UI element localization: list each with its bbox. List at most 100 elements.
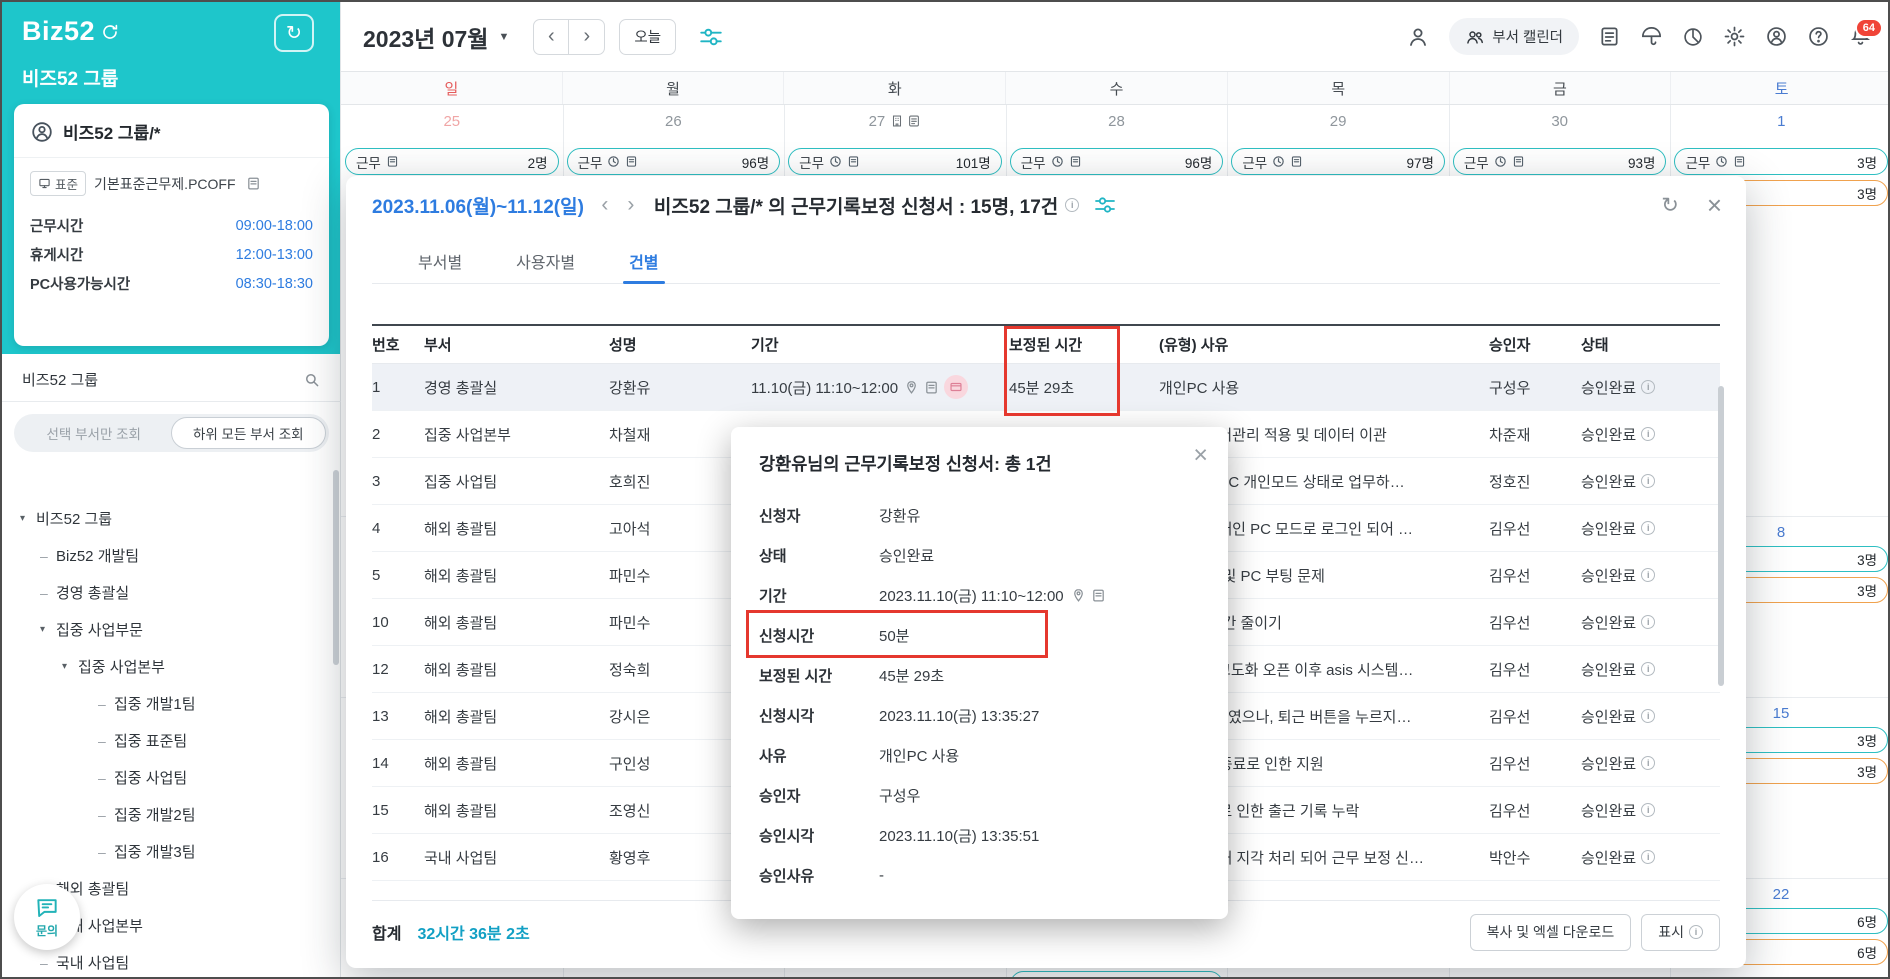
info-icon[interactable]: i bbox=[1641, 568, 1656, 582]
support-chat-button[interactable]: 문의 bbox=[14, 884, 80, 950]
help-icon[interactable] bbox=[1807, 25, 1830, 48]
sidebar-refresh-button[interactable]: ↻ bbox=[274, 14, 314, 52]
biz52-logo[interactable]: Biz52 bbox=[22, 16, 119, 47]
pie-chart-icon[interactable] bbox=[1682, 26, 1704, 48]
info-icon[interactable]: i bbox=[1641, 709, 1656, 723]
info-icon[interactable]: i bbox=[1641, 474, 1656, 488]
scope-selected-only[interactable]: 선택 부서만 조회 bbox=[17, 417, 171, 449]
clock-icon bbox=[1494, 155, 1507, 168]
calendar-date-cell[interactable]: 28 bbox=[1006, 106, 1228, 148]
memo-icon bbox=[386, 155, 399, 168]
dash-icon: – bbox=[98, 769, 106, 786]
dash-icon: – bbox=[98, 843, 106, 860]
tree-item[interactable]: – 집중 표준팀 bbox=[2, 722, 329, 759]
caret-icon[interactable]: ▾ bbox=[20, 513, 36, 524]
umbrella-icon[interactable] bbox=[1640, 25, 1663, 48]
copy-excel-download-button[interactable]: 복사 및 엑셀 다운로드 bbox=[1469, 913, 1632, 951]
notifications-bell-icon[interactable]: 64 bbox=[1849, 18, 1883, 48]
calendar-date-cell[interactable]: 1 bbox=[1670, 106, 1888, 148]
tree-item[interactable]: – 집중 개발1팀 bbox=[2, 685, 329, 722]
table-header-cell: 번호 bbox=[372, 337, 400, 354]
calendar-date-cell[interactable]: 30 bbox=[1449, 106, 1671, 148]
group-summary-card: 비즈52 그룹/* 표준 기본표준근무제.PCOFF 근무시간 09:00-18… bbox=[14, 104, 329, 346]
search-icon[interactable] bbox=[303, 371, 321, 389]
status-text: 승인완료 bbox=[1581, 567, 1637, 585]
range-next-button[interactable]: › bbox=[618, 192, 644, 218]
refresh-icon[interactable]: ↻ bbox=[1661, 193, 1679, 218]
info-icon[interactable]: i bbox=[1641, 380, 1656, 394]
board-icon[interactable] bbox=[1598, 25, 1621, 48]
tree-item[interactable]: – 집중 사업팀 bbox=[2, 759, 329, 796]
work-count-badge[interactable]: 근무 97명 bbox=[1231, 148, 1445, 175]
profile-icon[interactable] bbox=[1765, 25, 1788, 48]
display-options-button[interactable]: 표시 i bbox=[1641, 913, 1720, 951]
group-search-input[interactable]: 비즈52 그룹 bbox=[2, 358, 341, 402]
calendar-date-cell[interactable]: 27 bbox=[784, 106, 1006, 148]
tree-item[interactable]: ▾ 집중 사업부문 bbox=[2, 611, 329, 648]
info-icon[interactable]: i bbox=[1641, 662, 1656, 676]
info-icon[interactable]: i bbox=[1065, 198, 1080, 212]
sidebar-scrollbar[interactable] bbox=[333, 470, 339, 665]
today-button[interactable]: 오늘 bbox=[619, 18, 677, 55]
info-icon[interactable]: i bbox=[1641, 521, 1656, 535]
tree-item[interactable]: ▾ 집중 사업본부 bbox=[2, 648, 329, 685]
memo-icon bbox=[1512, 155, 1525, 168]
work-count-badge[interactable]: 근무 101명 bbox=[788, 148, 1002, 175]
tree-item-group[interactable]: ▾ 비즈52 그룹 bbox=[2, 500, 329, 537]
next-month-button[interactable]: › bbox=[569, 18, 606, 55]
note-icon[interactable] bbox=[246, 176, 261, 191]
range-prev-button[interactable]: ‹ bbox=[592, 192, 618, 218]
user-icon[interactable] bbox=[1406, 25, 1430, 49]
group-avatar-icon bbox=[30, 120, 54, 144]
work-count-badge[interactable]: 근무 2명 bbox=[345, 148, 559, 175]
caret-icon[interactable]: ▾ bbox=[40, 624, 56, 635]
tree-item[interactable]: – Biz52 개발팀 bbox=[2, 537, 329, 574]
gear-icon[interactable] bbox=[1723, 25, 1746, 48]
month-selector[interactable]: 2023년 07월 ▼ bbox=[363, 20, 509, 54]
info-icon[interactable]: i bbox=[1641, 756, 1656, 770]
info-icon[interactable]: i bbox=[1641, 615, 1656, 629]
filter-icon[interactable] bbox=[1093, 193, 1117, 217]
pc-off-card-icon[interactable] bbox=[944, 375, 969, 399]
tree-item[interactable]: – 집중 개발3팀 bbox=[2, 833, 329, 870]
memo-icon bbox=[625, 155, 638, 168]
chevron-down-icon: ▼ bbox=[498, 30, 510, 43]
tab[interactable]: 부서별 bbox=[418, 238, 462, 283]
caret-icon[interactable]: ▾ bbox=[62, 661, 78, 672]
work-count-badge[interactable]: 근무 93명 bbox=[1452, 148, 1667, 175]
table-header-cell: 상태 bbox=[1581, 337, 1609, 354]
filter-icon[interactable] bbox=[698, 24, 724, 50]
close-icon[interactable]: × bbox=[1193, 441, 1208, 470]
table-row[interactable]: 1 경영 총괄실 강환유 11.10(금) 11:10~12:00 45분 29… bbox=[372, 364, 1720, 411]
dept-calendar-button[interactable]: 부서 캘린더 bbox=[1449, 18, 1579, 55]
total-value: 32시간 36분 2초 bbox=[417, 926, 530, 943]
tree-item[interactable]: – 경영 총괄실 bbox=[2, 574, 329, 611]
detail-field: 상태 승인완료 bbox=[759, 547, 935, 565]
calendar-partial-badge bbox=[1010, 971, 1223, 977]
status-text: 승인완료 bbox=[1581, 661, 1637, 679]
work-count-badge[interactable] bbox=[1010, 971, 1223, 977]
modal-tabs: 부서별 사용자별 건별 bbox=[372, 238, 1720, 284]
scope-all-sub-departments[interactable]: 하위 모든 부서 조회 bbox=[170, 417, 326, 449]
tab[interactable]: 사용자별 bbox=[516, 238, 575, 283]
info-icon[interactable]: i bbox=[1641, 803, 1656, 817]
info-icon[interactable]: i bbox=[1641, 850, 1656, 864]
memo-icon bbox=[924, 380, 939, 395]
calendar-date-cell[interactable]: 25 bbox=[341, 106, 563, 148]
prev-month-button[interactable]: ‹ bbox=[533, 18, 570, 55]
tree-item[interactable]: – 집중 개발2팀 bbox=[2, 796, 329, 833]
status-text: 승인완료 bbox=[1581, 379, 1637, 397]
info-icon[interactable]: i bbox=[1641, 427, 1656, 441]
calendar-date-cell[interactable]: 29 bbox=[1227, 106, 1449, 148]
detail-field: 보정된 시간 45분 29초 bbox=[759, 667, 945, 685]
tab[interactable]: 건별 bbox=[622, 238, 666, 284]
detail-field: 신청시각 2023.11.10(금) 13:35:27 bbox=[759, 707, 1040, 725]
work-count-badge[interactable]: 근무 3명 bbox=[1674, 148, 1888, 175]
work-count-badge[interactable]: 근무 96명 bbox=[1009, 148, 1224, 175]
calendar-date-cell[interactable]: 26 bbox=[563, 106, 785, 148]
clock-icon bbox=[607, 155, 620, 168]
close-icon[interactable]: × bbox=[1707, 190, 1722, 221]
calendar-day-header-row: 일 월화수목금토 bbox=[341, 71, 1888, 105]
table-scrollbar[interactable] bbox=[1718, 386, 1724, 686]
work-count-badge[interactable]: 근무 96명 bbox=[566, 148, 781, 175]
